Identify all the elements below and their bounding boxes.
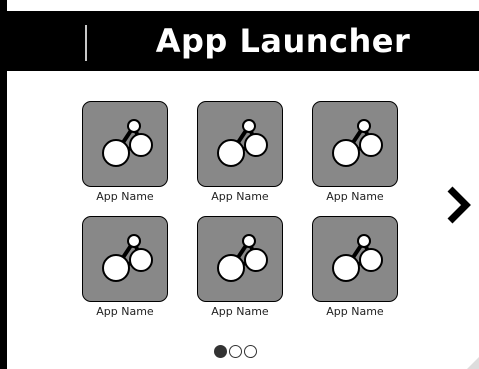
app-item-2[interactable]: App Name [196, 101, 284, 203]
app-item-6[interactable]: App Name [311, 216, 399, 318]
page-title: App Launcher [155, 22, 411, 60]
page-dot-1[interactable] [214, 345, 227, 358]
app-label: App Name [211, 190, 269, 203]
page-indicator [214, 345, 257, 358]
molecule-icon [102, 119, 153, 167]
app-tile[interactable] [82, 216, 168, 302]
resize-grip-icon[interactable] [465, 355, 479, 369]
app-tile[interactable] [312, 216, 398, 302]
header-bar: App Launcher [0, 11, 479, 71]
app-launcher-window: App Launcher App Name App Name App Name … [0, 0, 479, 369]
page-dot-3[interactable] [244, 345, 257, 358]
app-label: App Name [96, 190, 154, 203]
app-label: App Name [326, 305, 384, 318]
app-grid: App Name App Name App Name App Name App … [81, 101, 401, 318]
molecule-icon [102, 234, 153, 282]
app-label: App Name [326, 190, 384, 203]
app-tile[interactable] [197, 101, 283, 187]
app-tile[interactable] [197, 216, 283, 302]
app-item-1[interactable]: App Name [81, 101, 169, 203]
molecule-icon [217, 234, 268, 282]
app-label: App Name [96, 305, 154, 318]
app-item-4[interactable]: App Name [81, 216, 169, 318]
page-dot-2[interactable] [229, 345, 242, 358]
app-tile[interactable] [82, 101, 168, 187]
molecule-icon [217, 119, 268, 167]
next-page-button[interactable] [438, 181, 478, 229]
molecule-icon [332, 234, 383, 282]
app-label: App Name [211, 305, 269, 318]
app-item-5[interactable]: App Name [196, 216, 284, 318]
app-tile[interactable] [312, 101, 398, 187]
chevron-right-icon [447, 186, 471, 224]
app-item-3[interactable]: App Name [311, 101, 399, 203]
molecule-icon [332, 119, 383, 167]
